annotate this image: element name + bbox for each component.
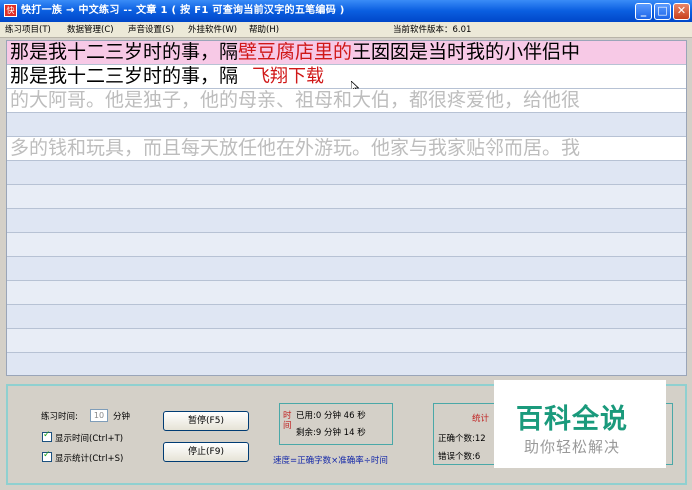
source-line-3: 多的钱和玩具，而且每天放任他在外游玩。他家与我家贴邻而居。我: [7, 137, 686, 161]
menu-help[interactable]: 帮助(H): [249, 22, 279, 38]
pending-source-text: 的大阿哥。他是独子，他的母亲、祖母和大伯，都很疼爱他，给他很: [10, 89, 581, 111]
source-text-pre: 那是我十二三岁时的事，隔: [10, 41, 239, 63]
source-text-post: 王囡囡是当时我的小伴侣中: [352, 41, 581, 63]
practice-time-input[interactable]: 10: [90, 409, 108, 422]
blank-line: [7, 281, 686, 305]
correct-count: 正确个数:12: [438, 434, 486, 444]
blank-line: [7, 161, 686, 185]
menu-bar: 练习项目(T) 数据管理(C) 声音设置(S) 外挂软件(W) 帮助(H) 当前…: [0, 22, 692, 38]
stop-button[interactable]: 停止(F9): [163, 442, 249, 462]
error-count: 错误个数:6: [438, 452, 481, 462]
stats-title: 统计: [472, 414, 490, 424]
show-stats-label: 显示统计(Ctrl+S): [55, 454, 124, 464]
typed-text: 那是我十二三岁时的事，隔: [10, 65, 239, 87]
title-bar: 快 快打一族 → 中文练习 -- 文章 1 ( 按 F1 可查询当前汉字的五笔编…: [0, 0, 692, 22]
watermark: 百科全说 助你轻松解决: [494, 380, 666, 468]
menu-sound-settings[interactable]: 声音设置(S): [128, 22, 174, 38]
blank-line: [7, 257, 686, 281]
minimize-button[interactable]: _: [635, 3, 652, 20]
speed-formula: 速度=正确字数×准确率÷时间: [273, 456, 388, 466]
blank-line: [7, 233, 686, 257]
blank-line: [7, 185, 686, 209]
current-word-highlight: 壁豆腐店里的: [238, 41, 353, 63]
app-icon: 快: [4, 4, 17, 17]
time-box: 时间 已用:0 分钟 46 秒 剩余:9 分钟 14 秒: [279, 403, 393, 445]
blank-line: [7, 305, 686, 329]
close-button[interactable]: ✕: [673, 3, 690, 20]
time-label: 时间: [283, 411, 292, 431]
show-time-checkbox[interactable]: [42, 430, 52, 442]
input-line-2[interactable]: [7, 113, 686, 137]
menu-practice-items[interactable]: 练习项目(T): [5, 22, 51, 38]
typing-area[interactable]: 那是我十二三岁时的事，隔壁豆腐店里的王囡囡是当时我的小伴侣中 那是我十二三岁时的…: [6, 40, 687, 376]
time-remaining: 剩余:9 分钟 14 秒: [296, 428, 366, 438]
practice-time-unit: 分钟: [113, 412, 131, 422]
input-line-1[interactable]: 那是我十二三岁时的事，隔 飞翔下载: [7, 65, 686, 93]
window-title: 快打一族 → 中文练习 -- 文章 1 ( 按 F1 可查询当前汉字的五笔编码 …: [21, 5, 345, 16]
source-line-1: 那是我十二三岁时的事，隔壁豆腐店里的王囡囡是当时我的小伴侣中: [7, 41, 686, 65]
show-stats-checkbox[interactable]: [42, 450, 52, 462]
menu-data-management[interactable]: 数据管理(C): [67, 22, 114, 38]
practice-time-label: 练习时间:: [41, 412, 78, 422]
ime-composition-text: 飞翔下载: [252, 66, 325, 87]
menu-plugins[interactable]: 外挂软件(W): [188, 22, 237, 38]
source-line-2: 的大阿哥。他是独子，他的母亲、祖母和大伯，都很疼爱他，给他很: [7, 89, 686, 113]
blank-line: [7, 353, 686, 375]
version-label: 当前软件版本：6.01: [393, 25, 472, 35]
blank-line: [7, 209, 686, 233]
show-time-label: 显示时间(Ctrl+T): [55, 434, 124, 444]
maximize-button[interactable]: □: [654, 3, 671, 20]
watermark-title: 百科全说: [516, 404, 628, 435]
time-used: 已用:0 分钟 46 秒: [296, 411, 366, 421]
pause-button[interactable]: 暂停(F5): [163, 411, 249, 431]
blank-line: [7, 329, 686, 353]
pending-source-text: 多的钱和玩具，而且每天放任他在外游玩。他家与我家贴邻而居。我: [10, 137, 581, 159]
watermark-subtitle: 助你轻松解决: [524, 438, 621, 456]
